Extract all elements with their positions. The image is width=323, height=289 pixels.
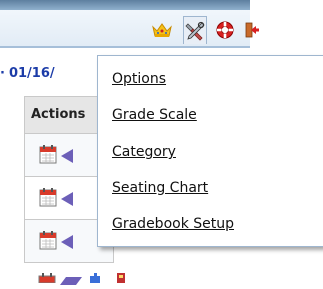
top-toolbar <box>0 0 259 48</box>
toolbar-accent-strip <box>0 0 250 10</box>
pencil-icon[interactable] <box>61 148 73 167</box>
date-label: · 01/16/ <box>0 66 55 81</box>
tools-dropdown-menu: Options Grade Scale Category Seating Cha… <box>97 55 323 247</box>
tools-icon[interactable] <box>183 16 207 44</box>
date-partial: 01/16/ <box>8 66 55 81</box>
lifebuoy-icon[interactable] <box>213 19 237 41</box>
crown-icon[interactable] <box>150 19 174 41</box>
menu-item-gradebook-setup[interactable]: Gradebook Setup <box>112 216 234 232</box>
calendar-icon[interactable] <box>39 230 57 254</box>
calendar-icon[interactable] <box>39 144 57 168</box>
pencil-icon[interactable] <box>60 270 82 289</box>
pencil-icon[interactable] <box>61 234 73 253</box>
exit-icon[interactable] <box>240 19 264 41</box>
menu-item-grade-scale[interactable]: Grade Scale <box>112 107 197 123</box>
partial-table-row <box>24 268 224 285</box>
menu-item-category[interactable]: Category <box>112 144 176 160</box>
pencil-icon[interactable] <box>61 191 73 210</box>
calendar-icon[interactable] <box>39 187 57 211</box>
menu-item-seating-chart[interactable]: Seating Chart <box>112 180 208 196</box>
menu-item-options[interactable]: Options <box>112 71 166 87</box>
